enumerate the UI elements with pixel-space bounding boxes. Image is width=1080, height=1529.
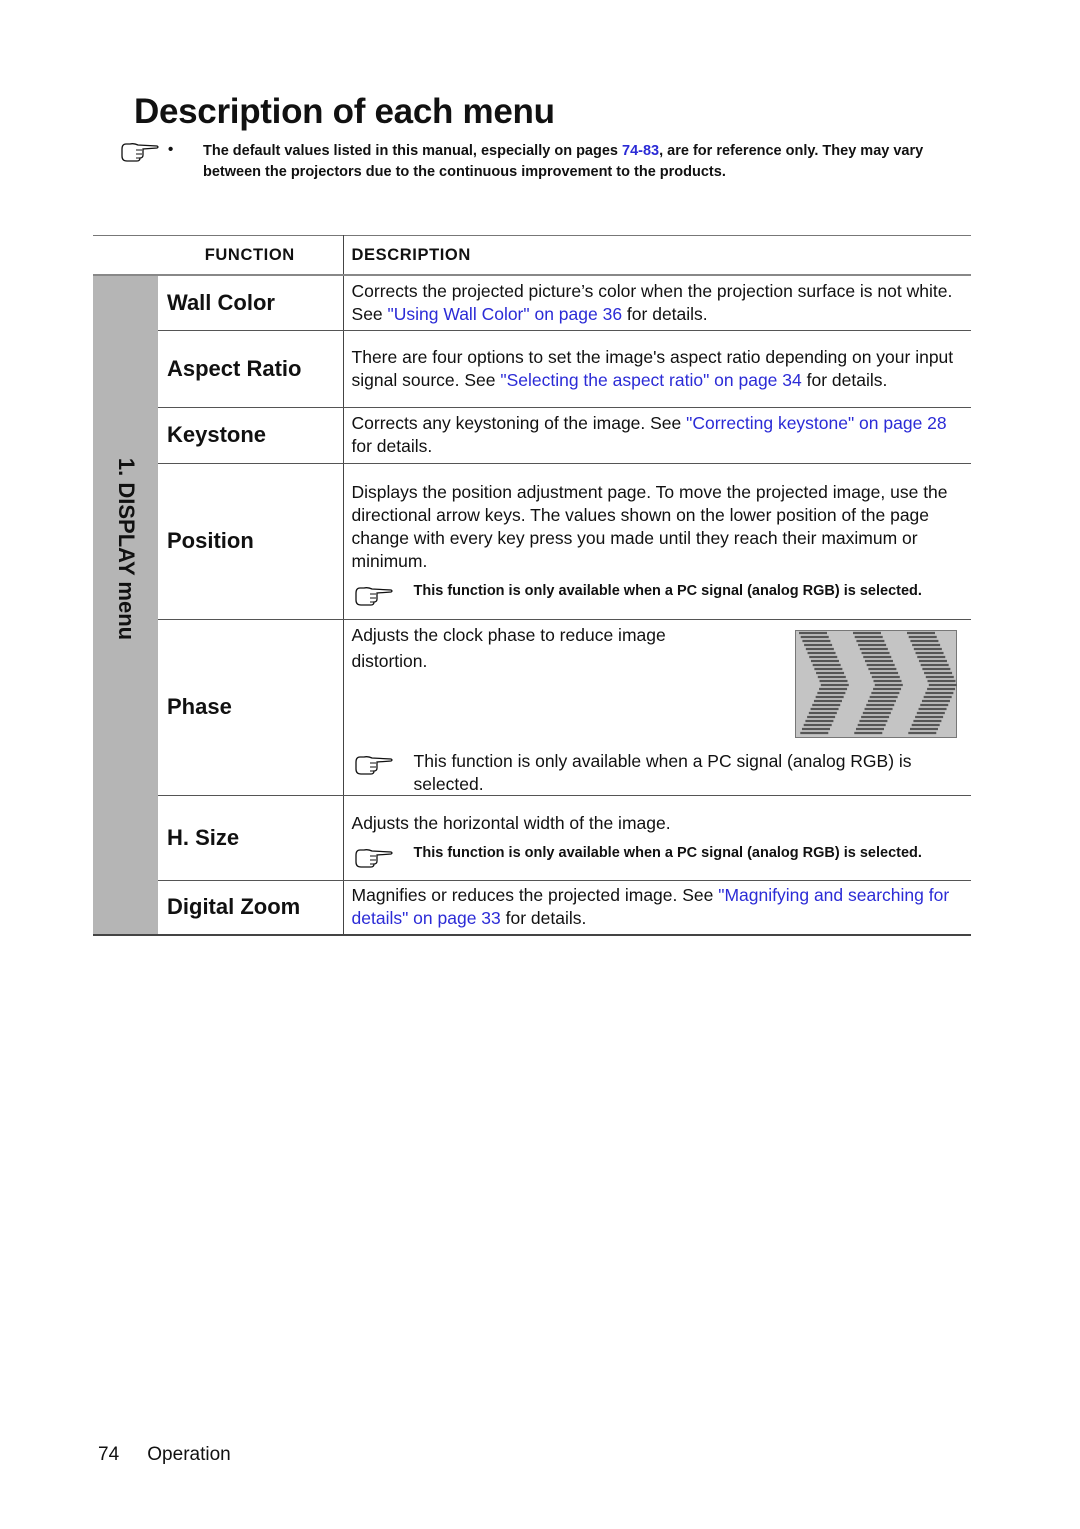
function-position: Position (158, 463, 344, 620)
link-using-wall-color[interactable]: "Using Wall Color" on page 36 (388, 304, 623, 324)
function-digital-zoom: Digital Zoom (158, 880, 344, 936)
reference-note-text: The default values listed in this manual… (203, 141, 953, 183)
function-keystone: Keystone (158, 407, 344, 464)
description-digital-zoom: Magnifies or reduces the projected image… (342, 880, 971, 936)
description-phase: Adjusts the clock phase to reduce image … (342, 619, 971, 796)
pc-signal-note: This function is only available when a P… (352, 843, 963, 863)
bullet: • (168, 141, 174, 158)
desc-text: Corrects any keystoning of the image. Se… (351, 413, 687, 433)
desc-text: Magnifies or reduces the projected image… (351, 885, 719, 906)
page-title: Description of each menu (134, 92, 555, 131)
link-correcting-keystone[interactable]: "Correcting keystone" on page 28 (686, 413, 947, 433)
description-aspect-ratio: There are four options to set the image'… (342, 330, 971, 408)
description-keystone: Corrects any keystoning of the image. Se… (342, 407, 971, 464)
function-h-size: H. Size (158, 795, 344, 881)
function-wall-color: Wall Color (158, 275, 344, 331)
note-text: This function is only available when a P… (413, 845, 922, 861)
pc-signal-note: This function is only available when a P… (352, 581, 963, 601)
link-selecting-aspect-ratio[interactable]: "Selecting the aspect ratio" on page 34 (500, 370, 801, 390)
desc-text: for details. (622, 303, 708, 324)
pages-link[interactable]: 74-83 (622, 143, 659, 159)
footer-section: Operation (147, 1444, 231, 1465)
pointing-hand-icon (354, 754, 394, 776)
page-footer: 74 Operation (98, 1444, 231, 1466)
note-text-start: The default values listed in this manual… (203, 143, 623, 159)
table-row-wall-color: 1. DISPLAY menu Wall Color Corrects the … (93, 275, 971, 936)
table-row-aspect-ratio: Aspect Ratio There are four options to s… (93, 330, 971, 408)
note-text: This function is only available when a P… (413, 583, 922, 599)
pointing-hand-icon (354, 847, 394, 869)
desc-text: for details. (500, 908, 587, 929)
table-row-digital-zoom: Digital Zoom Magnifies or reduces the pr… (93, 880, 971, 936)
table-row-h-size: H. Size Adjusts the horizontal width of … (93, 795, 971, 881)
function-aspect-ratio: Aspect Ratio (158, 330, 344, 408)
desc-text: Adjusts the horizontal width of the imag… (351, 813, 671, 833)
desc-text: for details. (801, 369, 888, 390)
description-wall-color: Corrects the projected picture’s color w… (342, 275, 971, 331)
table-header-row: FUNCTION DESCRIPTION (93, 235, 971, 275)
description-h-size: Adjusts the horizontal width of the imag… (342, 795, 971, 881)
pointing-hand-icon (120, 141, 160, 163)
note-text: This function is only available when a P… (413, 751, 912, 794)
desc-text: for details. (351, 436, 433, 456)
function-header: FUNCTION (204, 245, 295, 264)
description-header: DESCRIPTION (342, 235, 971, 275)
pc-signal-note: This function is only available when a P… (352, 750, 963, 796)
phase-distortion-illustration (795, 630, 957, 738)
page-number: 74 (98, 1444, 120, 1465)
section-sidebar: 1. DISPLAY menu (93, 275, 158, 936)
table-row-phase: Phase Adjusts the clock phase to reduce … (93, 619, 971, 796)
pointing-hand-icon (354, 585, 394, 607)
table-row-position: Position Displays the position adjustmen… (93, 463, 971, 620)
description-position: Displays the position adjustment page. T… (342, 463, 971, 620)
table-row-keystone: Keystone Corrects any keystoning of the … (93, 407, 971, 464)
desc-text: Adjusts the clock phase to reduce image … (351, 625, 666, 671)
function-phase: Phase (158, 619, 344, 796)
display-menu-table: FUNCTION DESCRIPTION 1. DISPLAY menu Wal… (93, 235, 971, 936)
section-label: 1. DISPLAY menu (113, 457, 139, 641)
desc-text: Displays the position adjustment page. T… (351, 482, 948, 571)
